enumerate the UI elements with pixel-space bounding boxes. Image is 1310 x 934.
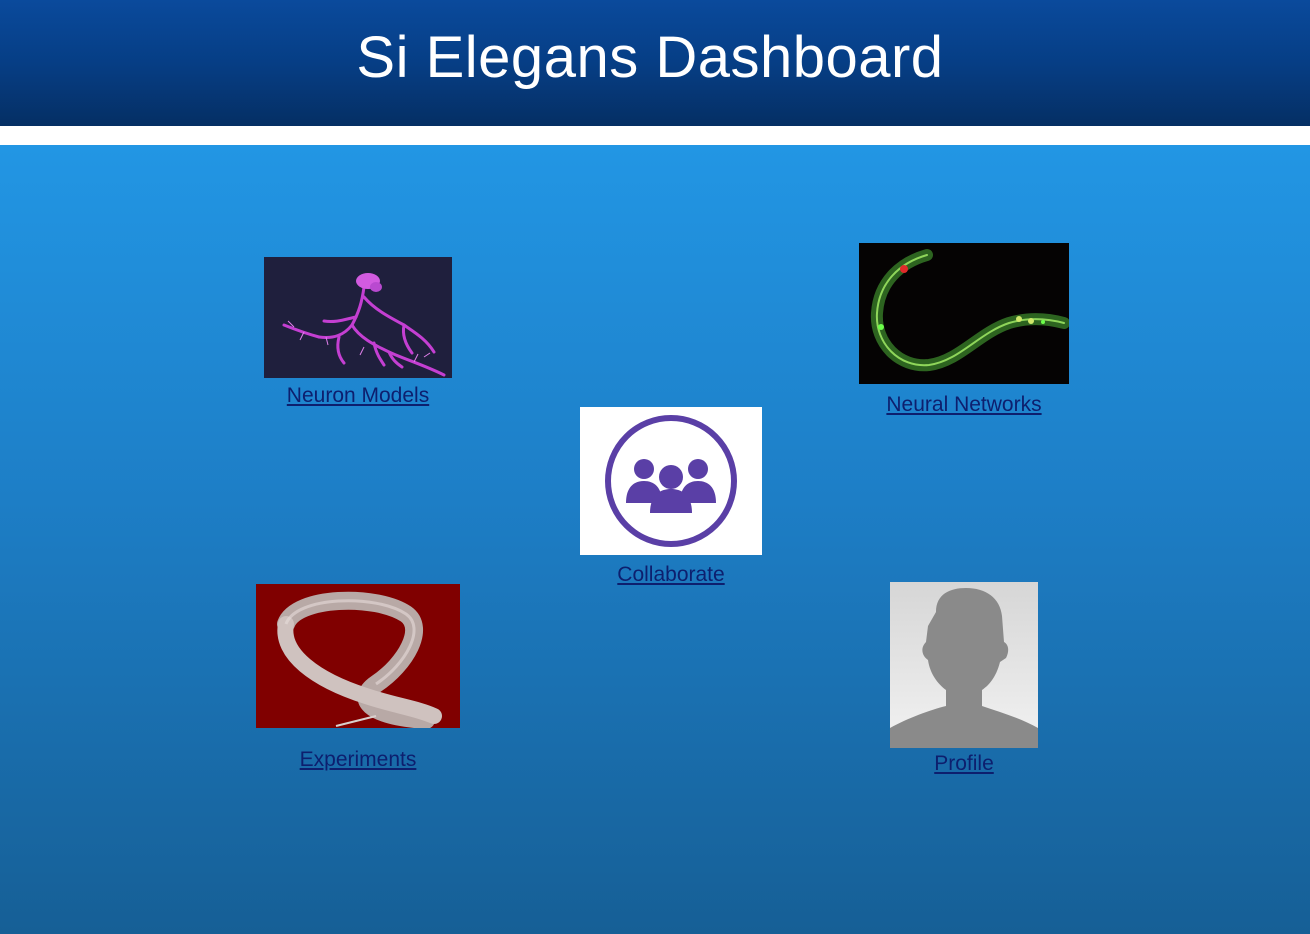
collaborate-image[interactable] [580, 407, 762, 555]
neural-networks-link[interactable]: Neural Networks [859, 393, 1069, 417]
dashboard-page: Si Elegans Dashboard Neuron Models Neura… [0, 0, 1310, 934]
header-bar: Si Elegans Dashboard [0, 0, 1310, 126]
profile-image[interactable] [890, 582, 1038, 748]
neuron-models-image[interactable] [264, 257, 452, 378]
experiments-image[interactable] [256, 584, 460, 728]
page-title: Si Elegans Dashboard [356, 25, 944, 90]
dashboard-content: Neuron Models Neural Networks Collaborat… [0, 145, 1310, 934]
profile-link[interactable]: Profile [890, 752, 1038, 776]
collaborate-link[interactable]: Collaborate [580, 563, 762, 587]
neuron-models-link[interactable]: Neuron Models [264, 384, 452, 408]
neural-networks-image[interactable] [859, 243, 1069, 384]
experiments-link[interactable]: Experiments [256, 748, 460, 772]
